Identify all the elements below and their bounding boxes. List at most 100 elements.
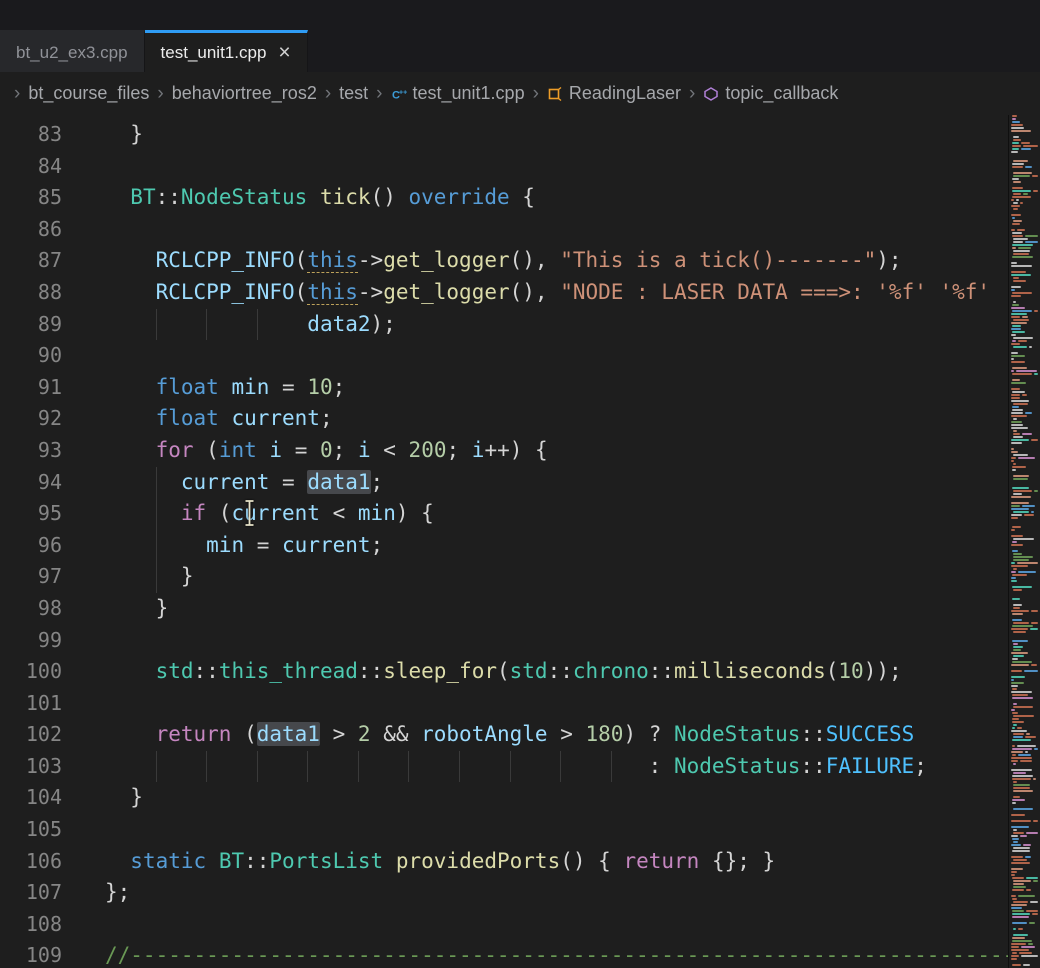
line-number[interactable]: 94 bbox=[0, 467, 62, 499]
minimap-line bbox=[1012, 913, 1030, 915]
minimap-line bbox=[1013, 136, 1019, 138]
minimap-line bbox=[1011, 577, 1016, 579]
line-number[interactable]: 98 bbox=[0, 593, 62, 625]
minimap-line bbox=[1013, 277, 1019, 279]
minimap[interactable] bbox=[1008, 115, 1040, 968]
code-line-108[interactable] bbox=[105, 909, 1008, 941]
code-token: (), bbox=[510, 280, 561, 304]
code-token: BT bbox=[219, 849, 244, 873]
code-line-83[interactable]: } bbox=[105, 119, 1008, 151]
breadcrumb-item-behaviortree_ros2[interactable]: behaviortree_ros2 bbox=[172, 83, 317, 104]
minimap-line bbox=[1012, 964, 1021, 966]
minimap-line bbox=[1011, 844, 1021, 846]
code-line-104[interactable]: } bbox=[105, 782, 1008, 814]
minimap-line bbox=[1011, 565, 1028, 567]
close-icon[interactable]: × bbox=[278, 42, 290, 63]
minimap-line bbox=[1012, 778, 1031, 780]
code-line-109[interactable]: //--------------------------------------… bbox=[105, 940, 1008, 968]
line-number[interactable]: 93 bbox=[0, 435, 62, 467]
line-number[interactable]: 105 bbox=[0, 814, 62, 846]
minimap-line bbox=[1013, 568, 1017, 570]
cpp-file-icon: C++ bbox=[391, 86, 407, 102]
breadcrumb-item-test_unit1.cpp[interactable]: C++test_unit1.cpp bbox=[391, 83, 525, 104]
code-line-87[interactable]: RCLCPP_INFO(this->get_logger(), "This is… bbox=[105, 245, 1008, 277]
breadcrumb-item-ReadingLaser[interactable]: ReadingLaser bbox=[547, 83, 681, 104]
code-line-103[interactable]: : NodeStatus::FAILURE; bbox=[105, 751, 1008, 783]
code-line-90[interactable] bbox=[105, 340, 1008, 372]
code-token: ( bbox=[826, 659, 839, 683]
minimap-line bbox=[1016, 199, 1019, 201]
line-number[interactable]: 108 bbox=[0, 909, 62, 941]
breadcrumb-item-bt_course_files[interactable]: bt_course_files bbox=[28, 83, 149, 104]
tab-bt_u2_ex3.cpp[interactable]: bt_u2_ex3.cpp bbox=[0, 30, 145, 72]
minimap-line bbox=[1012, 304, 1019, 306]
breadcrumb-item-test[interactable]: test bbox=[339, 83, 368, 104]
line-number[interactable]: 99 bbox=[0, 625, 62, 657]
line-number[interactable]: 96 bbox=[0, 530, 62, 562]
code-line-100[interactable]: std::this_thread::sleep_for(std::chrono:… bbox=[105, 656, 1008, 688]
minimap-line bbox=[1012, 292, 1032, 294]
code-line-89[interactable]: data2); bbox=[105, 309, 1008, 341]
code-line-96[interactable]: min = current; bbox=[105, 530, 1008, 562]
line-number[interactable]: 88 bbox=[0, 277, 62, 309]
line-number[interactable]: 89 bbox=[0, 309, 62, 341]
minimap-line bbox=[1011, 412, 1023, 414]
code-line-101[interactable] bbox=[105, 688, 1008, 720]
code-line-105[interactable] bbox=[105, 814, 1008, 846]
code-line-95[interactable]: if (current < min) { bbox=[105, 498, 1008, 530]
minimap-line bbox=[1013, 736, 1023, 738]
line-number[interactable]: 100 bbox=[0, 656, 62, 688]
line-number[interactable]: 92 bbox=[0, 403, 62, 435]
line-number[interactable]: 83 bbox=[0, 119, 62, 151]
minimap-line bbox=[1012, 877, 1024, 879]
code-area[interactable]: } BT::NodeStatus tick() override { RCLCP… bbox=[105, 119, 1008, 968]
code-line-93[interactable]: for (int i = 0; i < 200; i++) { bbox=[105, 435, 1008, 467]
breadcrumb-item-topic_callback[interactable]: topic_callback bbox=[703, 83, 838, 104]
line-number[interactable]: 109 bbox=[0, 940, 62, 968]
code-line-92[interactable]: float current; bbox=[105, 403, 1008, 435]
code-line-88[interactable]: RCLCPP_INFO(this->get_logger(), "NODE : … bbox=[105, 277, 1008, 309]
code-line-97[interactable]: } bbox=[105, 561, 1008, 593]
code-token: current bbox=[181, 470, 270, 494]
minimap-line bbox=[1025, 856, 1031, 858]
code-line-102[interactable]: return (data1 > 2 && robotAngle > 180) ?… bbox=[105, 719, 1008, 751]
code-line-106[interactable]: static BT::PortsList providedPorts() { r… bbox=[105, 846, 1008, 878]
line-number[interactable]: 86 bbox=[0, 214, 62, 246]
line-number[interactable]: 101 bbox=[0, 688, 62, 720]
code-line-107[interactable]: }; bbox=[105, 877, 1008, 909]
line-number[interactable]: 103 bbox=[0, 751, 62, 783]
line-number[interactable]: 90 bbox=[0, 340, 62, 372]
chevron-right-icon: › bbox=[689, 83, 695, 105]
minimap-line bbox=[1021, 142, 1030, 144]
minimap-line bbox=[1034, 748, 1038, 750]
line-number[interactable]: 95 bbox=[0, 498, 62, 530]
code-line-91[interactable]: float min = 10; bbox=[105, 372, 1008, 404]
line-number[interactable]: 85 bbox=[0, 182, 62, 214]
line-number[interactable]: 91 bbox=[0, 372, 62, 404]
line-number[interactable]: 107 bbox=[0, 877, 62, 909]
minimap-line bbox=[1011, 439, 1029, 441]
minimap-line bbox=[1011, 130, 1031, 132]
code-token bbox=[105, 849, 130, 873]
line-number[interactable]: 104 bbox=[0, 782, 62, 814]
tab-test_unit1.cpp[interactable]: test_unit1.cpp× bbox=[145, 30, 308, 72]
code-line-86[interactable] bbox=[105, 214, 1008, 246]
code-line-84[interactable] bbox=[105, 151, 1008, 183]
code-line-98[interactable]: } bbox=[105, 593, 1008, 625]
minimap-line bbox=[1011, 760, 1018, 762]
code-line-99[interactable] bbox=[105, 625, 1008, 657]
tab-bar: bt_u2_ex3.cpptest_unit1.cpp× bbox=[0, 0, 1040, 72]
line-number[interactable]: 87 bbox=[0, 245, 62, 277]
minimap-line bbox=[1013, 589, 1022, 591]
line-number[interactable]: 102 bbox=[0, 719, 62, 751]
minimap-line bbox=[1013, 511, 1029, 513]
minimap-line bbox=[1012, 754, 1016, 756]
code-line-85[interactable]: BT::NodeStatus tick() override { bbox=[105, 182, 1008, 214]
line-number[interactable]: 106 bbox=[0, 846, 62, 878]
code-line-94[interactable]: current = data1; bbox=[105, 467, 1008, 499]
line-number[interactable]: 84 bbox=[0, 151, 62, 183]
line-number[interactable]: 97 bbox=[0, 561, 62, 593]
minimap-line bbox=[1025, 736, 1036, 738]
minimap-line bbox=[1013, 490, 1032, 492]
minimap-line bbox=[1013, 724, 1017, 726]
